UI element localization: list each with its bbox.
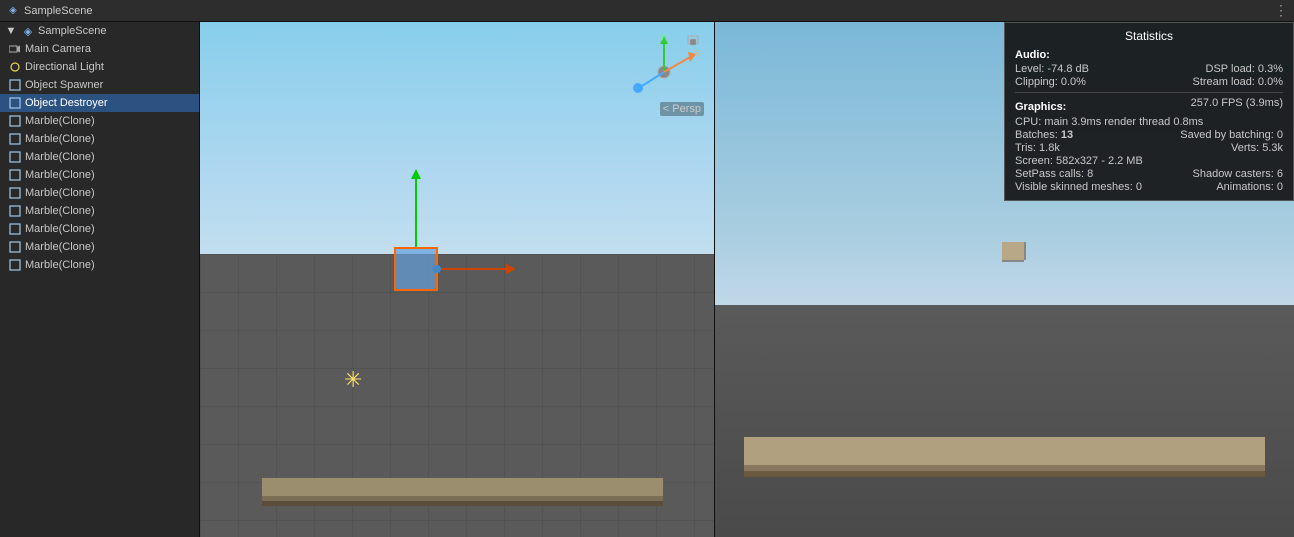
hierarchy-label-marble-8: Marble(Clone): [25, 259, 95, 271]
stats-graphics-label: Graphics:: [1015, 101, 1066, 113]
hierarchy-item-marble-2[interactable]: Marble(Clone): [0, 148, 199, 166]
hierarchy-label-directional-light: Directional Light: [25, 61, 104, 73]
hierarchy-label-marble-5: Marble(Clone): [25, 205, 95, 217]
light-icon: [8, 60, 22, 74]
game-view: Statistics Audio: Level: -74.8 dB DSP lo…: [714, 22, 1294, 537]
stats-graphics-row: Graphics: 257.0 FPS (3.9ms): [1015, 97, 1283, 115]
hierarchy-label-marble-1: Marble(Clone): [25, 133, 95, 145]
game-small-cube: [1002, 242, 1024, 260]
stats-batches-val: 13: [1061, 129, 1073, 141]
hierarchy-label-marble-3: Marble(Clone): [25, 169, 95, 181]
stats-saved: Saved by batching: 0: [1180, 129, 1283, 141]
hierarchy-label-marble-7: Marble(Clone): [25, 241, 95, 253]
scene-view[interactable]: ✳: [200, 22, 714, 537]
hierarchy-item-marble-3[interactable]: Marble(Clone): [0, 166, 199, 184]
hierarchy-item-main-camera[interactable]: Main Camera: [0, 40, 199, 58]
stats-vsm-row: Visible skinned meshes: 0 Animations: 0: [1015, 181, 1283, 193]
stats-level-row: Level: -74.8 dB DSP load: 0.3%: [1015, 63, 1283, 75]
main-layout: ▼ ◈ SampleScene Main Camera Directional …: [0, 22, 1294, 537]
hierarchy-label-samplescene: SampleScene: [38, 25, 107, 37]
stats-panel: Statistics Audio: Level: -74.8 dB DSP lo…: [1004, 22, 1294, 201]
stats-tris: Tris: 1.8k: [1015, 142, 1060, 154]
stats-batches-row: Batches: 13 Saved by batching: 0: [1015, 129, 1283, 141]
stats-fps: 257.0 FPS (3.9ms): [1191, 97, 1283, 115]
stats-audio-label: Audio:: [1015, 49, 1283, 61]
top-bar: ◈ SampleScene ⋮: [0, 0, 1294, 22]
scene-icon: ◈: [6, 4, 20, 18]
marble-icon-2: [8, 150, 22, 164]
stats-screen: Screen: 582x327 - 2.2 MB: [1015, 155, 1143, 167]
selected-cube[interactable]: [394, 247, 438, 291]
game-platform: [744, 437, 1265, 465]
hierarchy-item-marble-6[interactable]: Marble(Clone): [0, 220, 199, 238]
hierarchy-label-marble-2: Marble(Clone): [25, 151, 95, 163]
stats-level: Level: -74.8 dB: [1015, 63, 1089, 75]
stats-stream: Stream load: 0.0%: [1193, 76, 1284, 88]
stats-dsp: DSP load: 0.3%: [1206, 63, 1283, 75]
scene-persp-label: < Persp: [660, 102, 704, 116]
hierarchy-item-samplescene[interactable]: ▼ ◈ SampleScene: [0, 22, 199, 40]
scene-gizmo[interactable]: Y X: [624, 32, 704, 112]
menu-icon[interactable]: ⋮: [1274, 2, 1288, 19]
marble-icon-0: [8, 114, 22, 128]
hierarchy-label-object-destroyer: Object Destroyer: [25, 97, 108, 109]
stats-clipping: Clipping: 0.0%: [1015, 76, 1086, 88]
scene-object-icon: ◈: [21, 24, 35, 38]
camera-icon: [8, 42, 22, 56]
stats-cpu-row: CPU: main 3.9ms render thread 0.8ms: [1015, 116, 1283, 128]
hierarchy-label-marble-6: Marble(Clone): [25, 223, 95, 235]
stats-shadow: Shadow casters: 6: [1193, 168, 1284, 180]
hierarchy-item-marble-8[interactable]: Marble(Clone): [0, 256, 199, 274]
marble-icon-5: [8, 204, 22, 218]
hierarchy-label-marble-4: Marble(Clone): [25, 187, 95, 199]
marble-icon-1: [8, 132, 22, 146]
marble-icon-4: [8, 186, 22, 200]
stats-clipping-row: Clipping: 0.0% Stream load: 0.0%: [1015, 76, 1283, 88]
hierarchy-item-marble-7[interactable]: Marble(Clone): [0, 238, 199, 256]
hierarchy-label-main-camera: Main Camera: [25, 43, 91, 55]
stats-batches: Batches: 13: [1015, 129, 1073, 141]
scene-title: ◈ SampleScene: [6, 4, 93, 18]
scene-expand-icon: ▼: [4, 24, 18, 38]
scene-selected-object[interactable]: [394, 247, 438, 291]
stats-anim: Animations: 0: [1216, 181, 1283, 193]
hierarchy-item-marble-0[interactable]: Marble(Clone): [0, 112, 199, 130]
hierarchy-item-directional-light[interactable]: Directional Light: [0, 58, 199, 76]
hierarchy-item-marble-1[interactable]: Marble(Clone): [0, 130, 199, 148]
transform-arrow-right[interactable]: [438, 268, 508, 270]
stats-setpass-row: SetPass calls: 8 Shadow casters: 6: [1015, 168, 1283, 180]
marble-icon-8: [8, 258, 22, 272]
stats-tris-row: Tris: 1.8k Verts: 5.3k: [1015, 142, 1283, 154]
marble-icon-6: [8, 222, 22, 236]
hierarchy-item-object-spawner[interactable]: Object Spawner: [0, 76, 199, 94]
hierarchy-item-marble-4[interactable]: Marble(Clone): [0, 184, 199, 202]
hierarchy-item-marble-5[interactable]: Marble(Clone): [0, 202, 199, 220]
marble-icon-7: [8, 240, 22, 254]
hierarchy-label-marble-0: Marble(Clone): [25, 115, 95, 127]
svg-text:X: X: [694, 49, 700, 58]
scene-sun-icon: ✳: [344, 367, 362, 393]
hierarchy-item-object-destroyer[interactable]: Object Destroyer: [0, 94, 199, 112]
stats-verts: Verts: 5.3k: [1231, 142, 1283, 154]
stats-vsm: Visible skinned meshes: 0: [1015, 181, 1142, 193]
stats-divider-1: [1015, 92, 1283, 93]
scene-title-text: SampleScene: [24, 5, 93, 17]
stats-screen-row: Screen: 582x327 - 2.2 MB: [1015, 155, 1283, 167]
spawner-cube-icon: [8, 78, 22, 92]
destroyer-cube-icon: [8, 96, 22, 110]
scene-platform: [262, 478, 663, 496]
stats-setpass: SetPass calls: 8: [1015, 168, 1093, 180]
stats-cpu: CPU: main 3.9ms render thread 0.8ms: [1015, 116, 1203, 128]
hierarchy-panel: ▼ ◈ SampleScene Main Camera Directional …: [0, 22, 200, 537]
cube-handle: [433, 265, 441, 273]
marble-icon-3: [8, 168, 22, 182]
hierarchy-label-object-spawner: Object Spawner: [25, 79, 103, 91]
stats-title: Statistics: [1015, 29, 1283, 43]
svg-text:Y: Y: [660, 33, 666, 42]
transform-arrow-up[interactable]: [415, 177, 417, 247]
